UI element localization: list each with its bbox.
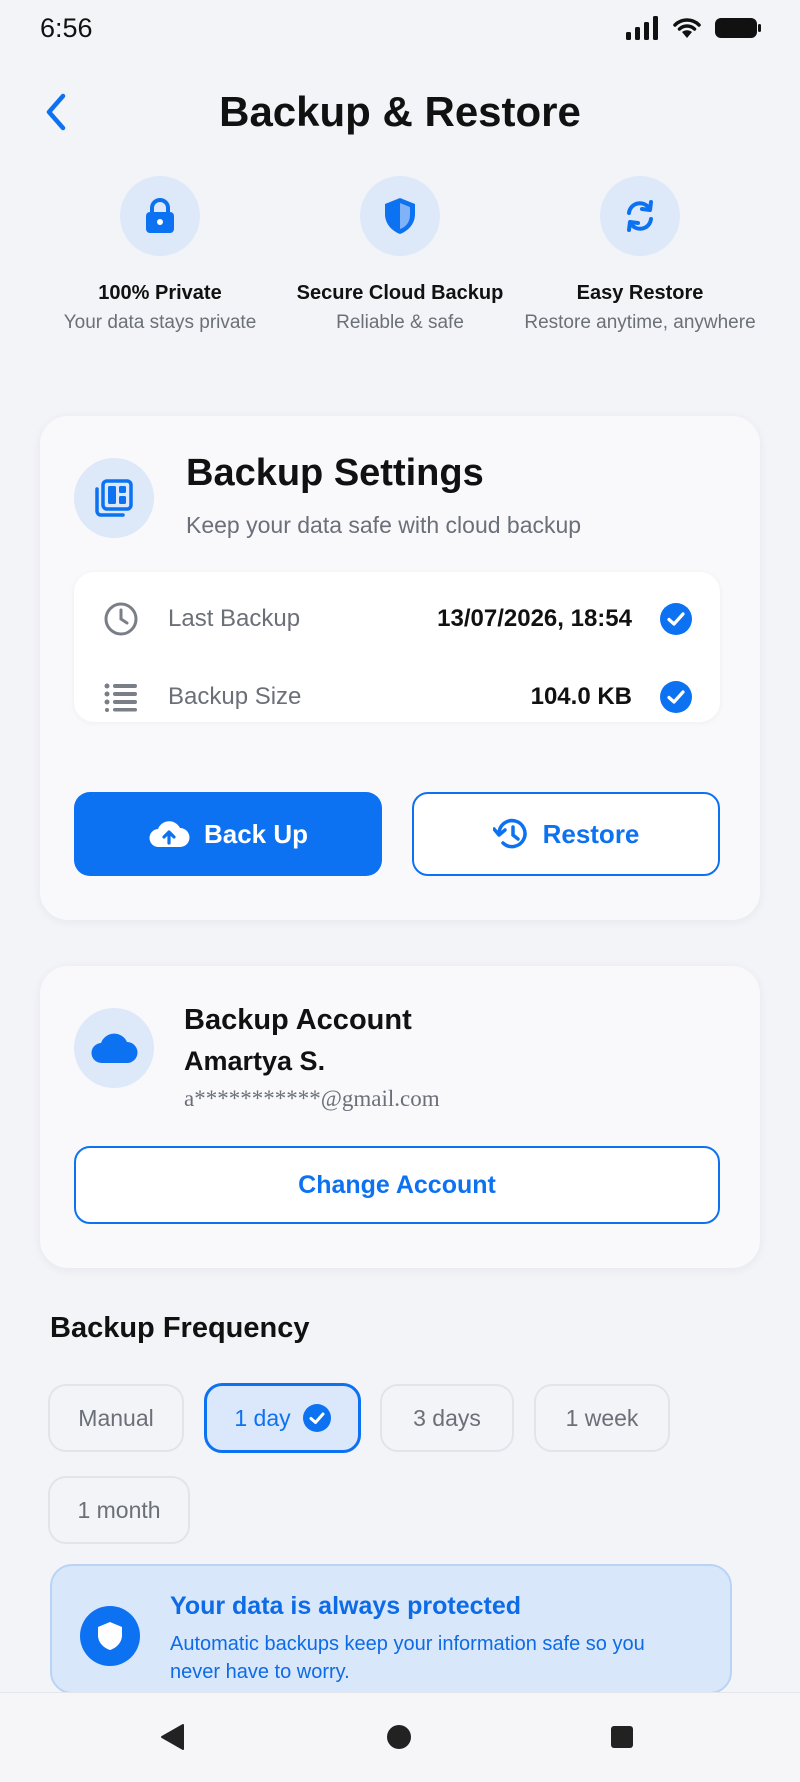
backup-size-row: Backup Size 104.0 KB <box>74 672 720 722</box>
back-up-label: Back Up <box>203 818 309 849</box>
backup-settings-card: Backup Settings Keep your data safe with… <box>40 416 760 920</box>
backup-size-value: 104.0 KB <box>530 683 632 710</box>
feature-title: 100% Private <box>98 282 222 304</box>
frequency-option-1-month[interactable]: 1 month <box>48 1476 190 1544</box>
square-recents-icon <box>611 1726 633 1748</box>
nav-back-button[interactable] <box>152 1717 192 1757</box>
feature-title: Easy Restore <box>576 282 704 304</box>
frequency-option-manual[interactable]: Manual <box>48 1384 184 1452</box>
feature-title: Secure Cloud Backup <box>296 282 504 304</box>
shield-icon-container <box>80 1606 140 1666</box>
frequency-option-3-days[interactable]: 3 days <box>380 1384 514 1452</box>
triangle-back-icon <box>161 1724 184 1750</box>
lock-icon-container <box>120 176 200 256</box>
sync-icon <box>627 200 653 232</box>
circle-home-icon <box>387 1725 411 1749</box>
chip-label: 1 week <box>565 1404 639 1431</box>
status-icons <box>626 16 762 40</box>
backup-info-box: Last Backup 13/07/2026, 18:54 Backup Siz… <box>74 572 720 722</box>
back-button[interactable] <box>36 90 76 134</box>
account-email: a***********@gmail.com <box>184 1086 440 1111</box>
chip-label: 1 day <box>234 1404 291 1431</box>
feature-desc: Restore anytime, anywhere <box>524 312 756 333</box>
list-icon <box>102 678 140 716</box>
settings-subtitle: Keep your data safe with cloud backup <box>186 512 582 538</box>
battery-icon <box>715 18 761 38</box>
account-name: Amartya S. <box>184 1046 326 1076</box>
change-account-button[interactable]: Change Account <box>74 1146 720 1224</box>
frequency-option-1-week[interactable]: 1 week <box>534 1384 670 1452</box>
last-backup-row: Last Backup 13/07/2026, 18:54 <box>74 594 720 644</box>
chevron-left-icon <box>46 93 66 131</box>
system-nav-bar <box>0 1692 800 1782</box>
frequency-option-1-day[interactable]: 1 day <box>204 1383 361 1453</box>
clock-icon <box>102 600 140 638</box>
restore-label: Restore <box>542 818 640 849</box>
signal-icon <box>626 16 658 40</box>
settings-icon-container <box>74 458 154 538</box>
cloud-upload-icon <box>149 821 190 848</box>
feature-easy-restore: Easy Restore Restore anytime, anywhere <box>520 176 760 337</box>
page-title: Backup & Restore <box>219 88 581 135</box>
backup-account-card: Backup Account Amartya S. a***********@g… <box>40 966 760 1268</box>
status-bar: 6:56 <box>0 0 800 56</box>
banner-title: Your data is always protected <box>170 1592 522 1620</box>
cloud-icon <box>91 1033 138 1064</box>
chip-label: Manual <box>78 1404 154 1431</box>
feature-desc: Your data stays private <box>63 312 257 333</box>
backup-size-label: Backup Size <box>168 683 302 710</box>
nav-recents-button[interactable] <box>602 1717 642 1757</box>
feature-highlights: 100% Private Your data stays private Sec… <box>40 176 760 337</box>
restore-button[interactable]: Restore <box>412 792 720 876</box>
header: Backup & Restore <box>0 76 800 148</box>
status-time: 6:56 <box>40 12 93 43</box>
back-up-button[interactable]: Back Up <box>74 792 382 876</box>
backup-dashboard-icon <box>95 479 133 517</box>
feature-desc: Reliable & safe <box>336 312 464 333</box>
shield-icon <box>385 198 415 234</box>
check-circle-icon <box>660 603 692 635</box>
shield-icon <box>98 1622 122 1650</box>
check-circle-icon <box>302 1404 331 1432</box>
nav-home-button[interactable] <box>379 1717 419 1757</box>
cloud-icon-container <box>74 1008 154 1088</box>
check-circle-icon <box>660 681 692 713</box>
feature-secure-cloud: Secure Cloud Backup Reliable & safe <box>280 176 520 337</box>
history-icon <box>492 818 527 849</box>
lock-icon <box>146 198 174 233</box>
chip-label: 1 month <box>77 1496 161 1523</box>
frequency-title: Backup Frequency <box>50 1312 310 1344</box>
banner-text: Automatic backups keep your information … <box>170 1633 645 1683</box>
last-backup-value: 13/07/2026, 18:54 <box>437 605 632 632</box>
protection-banner: Your data is always protected Automatic … <box>50 1564 732 1694</box>
chip-label: 3 days <box>413 1404 481 1431</box>
last-backup-label: Last Backup <box>168 605 301 632</box>
account-heading: Backup Account <box>184 1004 412 1036</box>
settings-title: Backup Settings <box>186 452 484 494</box>
shield-icon-container <box>360 176 440 256</box>
wifi-icon <box>673 18 701 38</box>
sync-icon-container <box>600 176 680 256</box>
feature-private: 100% Private Your data stays private <box>40 176 280 337</box>
